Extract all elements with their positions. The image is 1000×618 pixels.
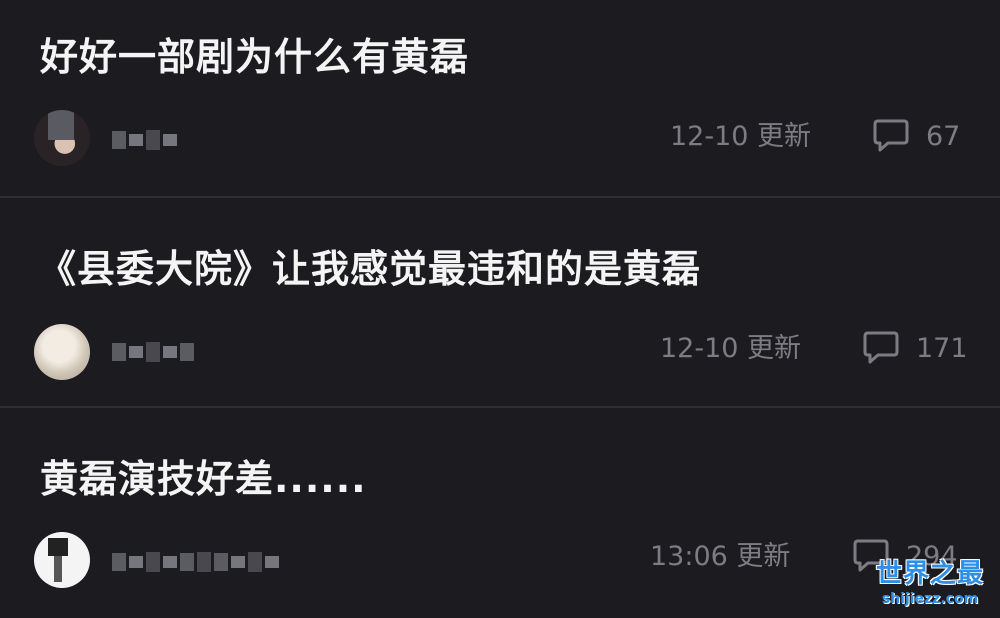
- post-item[interactable]: 黄磊演技好差...... 13:06 更新 294: [0, 408, 1000, 618]
- watermark-url: shijiezz.com: [881, 591, 979, 607]
- post-title[interactable]: 好好一部剧为什么有黄磊: [40, 38, 469, 76]
- comment-button[interactable]: 67: [872, 118, 960, 154]
- site-watermark: 世界之最 shijiezz.com: [868, 558, 992, 616]
- username-blurred[interactable]: [112, 128, 177, 152]
- post-item[interactable]: 《县委大院》让我感觉最违和的是黄磊 12-10 更新 171: [0, 198, 1000, 406]
- post-title[interactable]: 《县委大院》让我感觉最违和的是黄磊: [38, 250, 701, 288]
- comment-count: 67: [926, 120, 961, 152]
- watermark-title: 世界之最: [875, 559, 984, 589]
- comment-icon: [873, 119, 909, 152]
- post-timestamp: 12-10 更新: [660, 333, 802, 364]
- post-feed: 好好一部剧为什么有黄磊 12-10 更新 67 《县委大院》让我感觉最违和的是黄…: [0, 0, 1000, 618]
- comment-icon: [863, 331, 899, 364]
- avatar[interactable]: [34, 110, 90, 166]
- post-timestamp: 12-10 更新: [670, 121, 812, 152]
- post-item[interactable]: 好好一部剧为什么有黄磊 12-10 更新 67: [0, 0, 1000, 196]
- username-blurred[interactable]: [112, 340, 194, 364]
- avatar[interactable]: [34, 532, 90, 588]
- post-timestamp: 13:06 更新: [650, 541, 791, 572]
- username-blurred[interactable]: [112, 550, 279, 574]
- post-title[interactable]: 黄磊演技好差......: [40, 460, 367, 498]
- comment-button[interactable]: 171: [862, 330, 968, 366]
- avatar[interactable]: [34, 324, 90, 380]
- comment-count: 171: [916, 332, 968, 364]
